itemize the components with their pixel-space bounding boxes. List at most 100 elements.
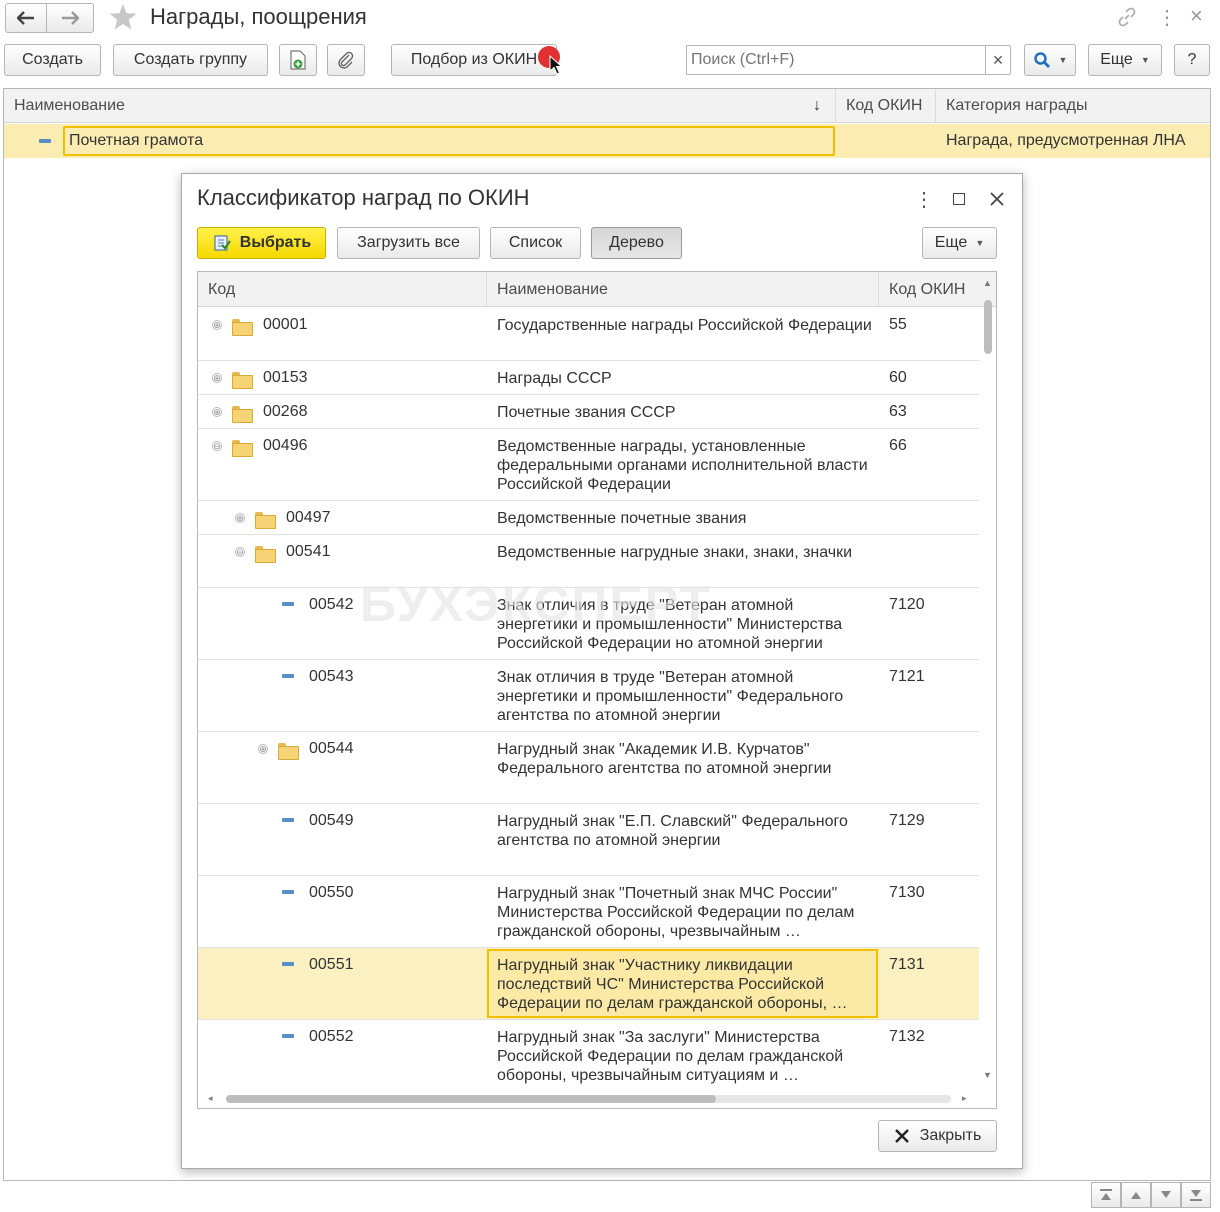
item-dash-icon — [282, 674, 294, 678]
cell-category[interactable]: Награда, предусмотренная ЛНА — [946, 132, 1186, 150]
cell-code: 00496 — [263, 437, 308, 454]
item-dash-icon — [282, 1034, 294, 1038]
dialog-more-button[interactable]: Еще ▼ — [922, 227, 997, 259]
back-button[interactable] — [5, 3, 47, 33]
search-button[interactable]: ▼ — [1024, 44, 1076, 76]
more-vertical-icon[interactable]: ⋮ — [1157, 5, 1177, 30]
scroll-right-icon[interactable]: ▸ — [962, 1093, 967, 1104]
cell-name[interactable]: Почетная грамота — [63, 126, 835, 156]
cell-code: 00543 — [309, 668, 354, 685]
chevron-down-icon: ▼ — [1058, 55, 1068, 65]
watermark: БУХЭКСПЕРТ — [360, 576, 712, 632]
load-all-button[interactable]: Загрузить все — [337, 227, 480, 259]
close-icon[interactable]: × — [1190, 3, 1203, 29]
column-header-okin[interactable]: Код ОКИН — [879, 272, 979, 307]
cell-name: Ведомственные почетные звания — [497, 510, 747, 527]
pick-okin-button[interactable]: Подбор из ОКИН — [391, 44, 557, 76]
create-group-button[interactable]: Создать группу — [113, 44, 268, 76]
scroll-down-icon[interactable]: ▼ — [983, 1070, 992, 1080]
vertical-scroll-thumb[interactable] — [984, 300, 992, 354]
cell-code: 00552 — [309, 1028, 354, 1045]
cell-name: Нагрудный знак "Почетный знак МЧС России… — [497, 885, 855, 940]
column-header-code[interactable]: Код — [198, 272, 487, 307]
expand-icon[interactable]: ⊕ — [212, 373, 222, 383]
folder-icon — [232, 372, 253, 389]
column-header-name[interactable]: Наименование ↓ — [4, 89, 836, 123]
more-button-label: Еще — [1100, 51, 1133, 68]
vertical-scrollbar[interactable]: ▲ ▼ — [980, 272, 996, 1090]
tree-row[interactable]: ⊕ 00497 Ведомственные почетные звания — [198, 501, 979, 535]
dialog-menu-icon[interactable]: ⋮ — [914, 187, 934, 212]
cell-okin: 7132 — [889, 1028, 925, 1045]
add-document-button[interactable] — [279, 44, 317, 76]
sort-arrow-icon[interactable]: ↓ — [813, 89, 821, 123]
link-icon[interactable] — [1116, 6, 1138, 28]
tree-row[interactable]: 00549 Нагрудный знак "Е.П. Славский" Фед… — [198, 804, 979, 876]
mouse-cursor-icon — [549, 55, 563, 75]
tree-row[interactable]: ⊕ 00544 Нагрудный знак "Академик И.В. Ку… — [198, 732, 979, 804]
cell-code: 00541 — [286, 543, 331, 560]
scroll-up-icon[interactable]: ▲ — [983, 278, 992, 288]
dialog-close-icon[interactable] — [989, 191, 1005, 207]
cell-name: Награды СССР — [497, 370, 612, 387]
tree-row[interactable]: 00543 Знак отличия в труде "Ветеран атом… — [198, 660, 979, 732]
item-dash-icon — [282, 602, 294, 606]
cell-code: 00542 — [309, 596, 354, 613]
select-icon — [214, 235, 231, 251]
select-button[interactable]: Выбрать — [197, 227, 326, 259]
scroll-to-bottom-button[interactable] — [1181, 1182, 1211, 1208]
page-up-button[interactable] — [1121, 1182, 1151, 1208]
expand-icon[interactable]: ⊕ — [212, 320, 222, 330]
down-icon — [1161, 1191, 1171, 1198]
double-up-icon — [1100, 1189, 1112, 1200]
cell-name: Нагрудный знак "За заслуги" Министерства… — [497, 1029, 844, 1084]
column-header-okin[interactable]: Код ОКИН — [836, 89, 936, 123]
cell-code: 00544 — [309, 740, 354, 757]
expand-icon[interactable]: ⊕ — [212, 407, 222, 417]
cell-okin: 7120 — [889, 596, 925, 613]
tree-row[interactable]: ⊕ 00153 Награды СССР 60 — [198, 361, 979, 395]
tree-row[interactable]: 00550 Нагрудный знак "Почетный знак МЧС … — [198, 876, 979, 948]
create-button[interactable]: Создать — [4, 44, 101, 76]
expand-icon[interactable]: ⊕ — [235, 513, 245, 523]
column-header-category[interactable]: Категория награды — [936, 89, 1210, 123]
chevron-down-icon: ▼ — [975, 238, 985, 248]
collapse-icon[interactable]: ⊖ — [235, 547, 245, 557]
search-icon — [1033, 52, 1050, 68]
cell-name: Знак отличия в труде "Ветеран атомной эн… — [497, 669, 844, 724]
maximize-icon[interactable] — [953, 193, 965, 205]
search-input[interactable] — [686, 45, 986, 75]
horizontal-scrollbar[interactable]: ◂ ▸ — [198, 1090, 978, 1108]
tree-row-selected[interactable]: 00551 Нагрудный знак "Участнику ликвидац… — [198, 948, 979, 1020]
table-row[interactable]: Почетная грамота Награда, предусмотренна… — [4, 124, 1210, 158]
cell-code: 00268 — [263, 403, 308, 420]
help-button[interactable]: ? — [1174, 44, 1210, 76]
cell-okin: 55 — [889, 316, 907, 333]
tree-row[interactable]: ⊖ 00496 Ведомственные награды, установле… — [198, 429, 979, 501]
clear-search-button[interactable]: × — [985, 45, 1011, 75]
list-view-button[interactable]: Список — [490, 227, 581, 259]
attach-button[interactable] — [327, 44, 365, 76]
forward-button[interactable] — [46, 3, 94, 33]
add-document-icon — [290, 50, 306, 70]
tree-row[interactable]: ⊕ 00001 Государственные награды Российск… — [198, 308, 979, 361]
cell-name: Нагрудный знак "Академик И.В. Курчатов" … — [497, 741, 832, 777]
tree-row[interactable]: 00552 Нагрудный знак "За заслуги" Минист… — [198, 1020, 979, 1092]
horizontal-scroll-thumb[interactable] — [226, 1095, 716, 1103]
vertical-scroll-track[interactable] — [984, 300, 992, 1062]
collapse-icon[interactable]: ⊖ — [212, 441, 222, 451]
favorite-star-icon[interactable] — [108, 3, 138, 31]
scroll-to-top-button[interactable] — [1091, 1182, 1121, 1208]
more-button[interactable]: Еще ▼ — [1088, 44, 1162, 76]
column-header-name-label: Наименование — [14, 97, 125, 114]
tree-row[interactable]: ⊕ 00268 Почетные звания СССР 63 — [198, 395, 979, 429]
tree-view-button[interactable]: Дерево — [591, 227, 682, 259]
scroll-left-icon[interactable]: ◂ — [208, 1093, 213, 1104]
folder-icon — [255, 546, 276, 563]
column-header-name[interactable]: Наименование — [487, 272, 879, 307]
expand-icon[interactable]: ⊕ — [258, 744, 268, 754]
close-dialog-button[interactable]: Закрыть — [878, 1120, 997, 1152]
cell-okin: 7121 — [889, 668, 925, 685]
arrow-left-icon — [17, 11, 34, 25]
page-down-button[interactable] — [1151, 1182, 1181, 1208]
